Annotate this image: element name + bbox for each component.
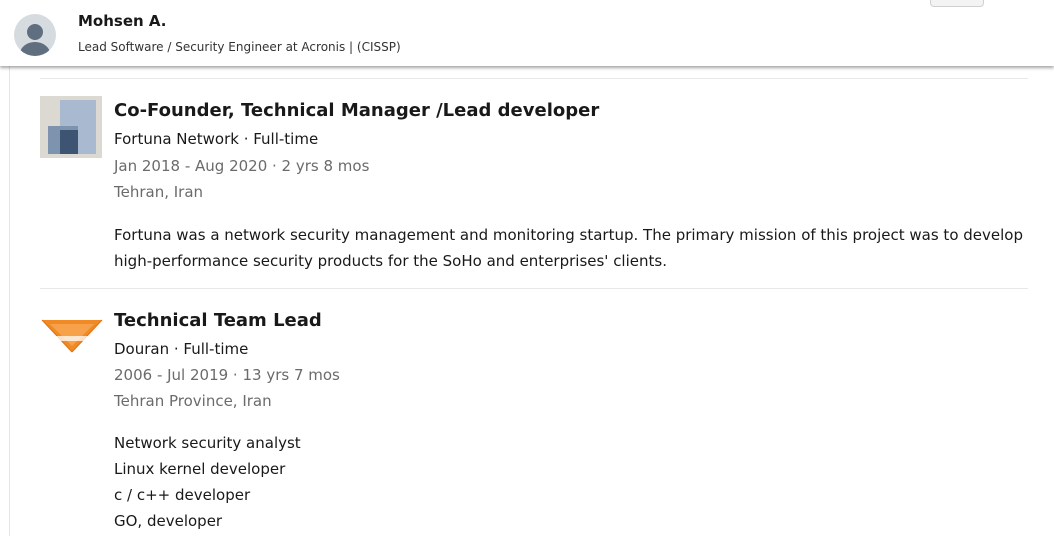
experience-dates: 2006 - Jul 2019 · 13 yrs 7 mos [114, 366, 340, 384]
experience-description-line: Linux kernel developer [114, 460, 286, 478]
douran-logo[interactable] [40, 316, 104, 356]
experience-dates: Jan 2018 - Aug 2020 · 2 yrs 8 mos [114, 157, 370, 175]
avatar-head-shape [27, 24, 43, 40]
avatar[interactable] [14, 14, 56, 56]
profile-name[interactable]: Mohsen A. [78, 12, 167, 30]
experience-company: Douran · Full-time [114, 340, 249, 358]
avatar-body-shape [20, 42, 50, 56]
profile-sticky-header: Mohsen A. Lead Software / Security Engin… [0, 0, 1054, 66]
header-action-button[interactable] [930, 0, 984, 7]
experience-location: Tehran Province, Iran [114, 392, 272, 410]
experience-item-fortuna: Co-Founder, Technical Manager /Lead deve… [40, 96, 1040, 276]
experience-description: Fortuna was a network security managemen… [114, 226, 1023, 270]
experience-title[interactable]: Co-Founder, Technical Manager /Lead deve… [114, 100, 599, 121]
experience-description-line: GO, developer [114, 512, 223, 530]
experience-company: Fortuna Network · Full-time [114, 130, 319, 148]
fortuna-network-logo[interactable] [40, 96, 102, 158]
logo-shape [60, 130, 78, 154]
content-card-edge [0, 66, 10, 536]
experience-title[interactable]: Technical Team Lead [114, 310, 322, 331]
douran-logo-graphic [41, 319, 103, 353]
divider [40, 78, 1028, 79]
experience-description-line: c / c++ developer [114, 486, 251, 504]
divider [40, 288, 1028, 289]
experience-description-line: Network security analyst [114, 434, 301, 452]
experience-location: Tehran, Iran [114, 183, 204, 201]
experience-item-douran: Technical Team Lead Douran · Full-time 2… [40, 308, 1040, 536]
profile-headline: Lead Software / Security Engineer at Acr… [78, 40, 401, 54]
